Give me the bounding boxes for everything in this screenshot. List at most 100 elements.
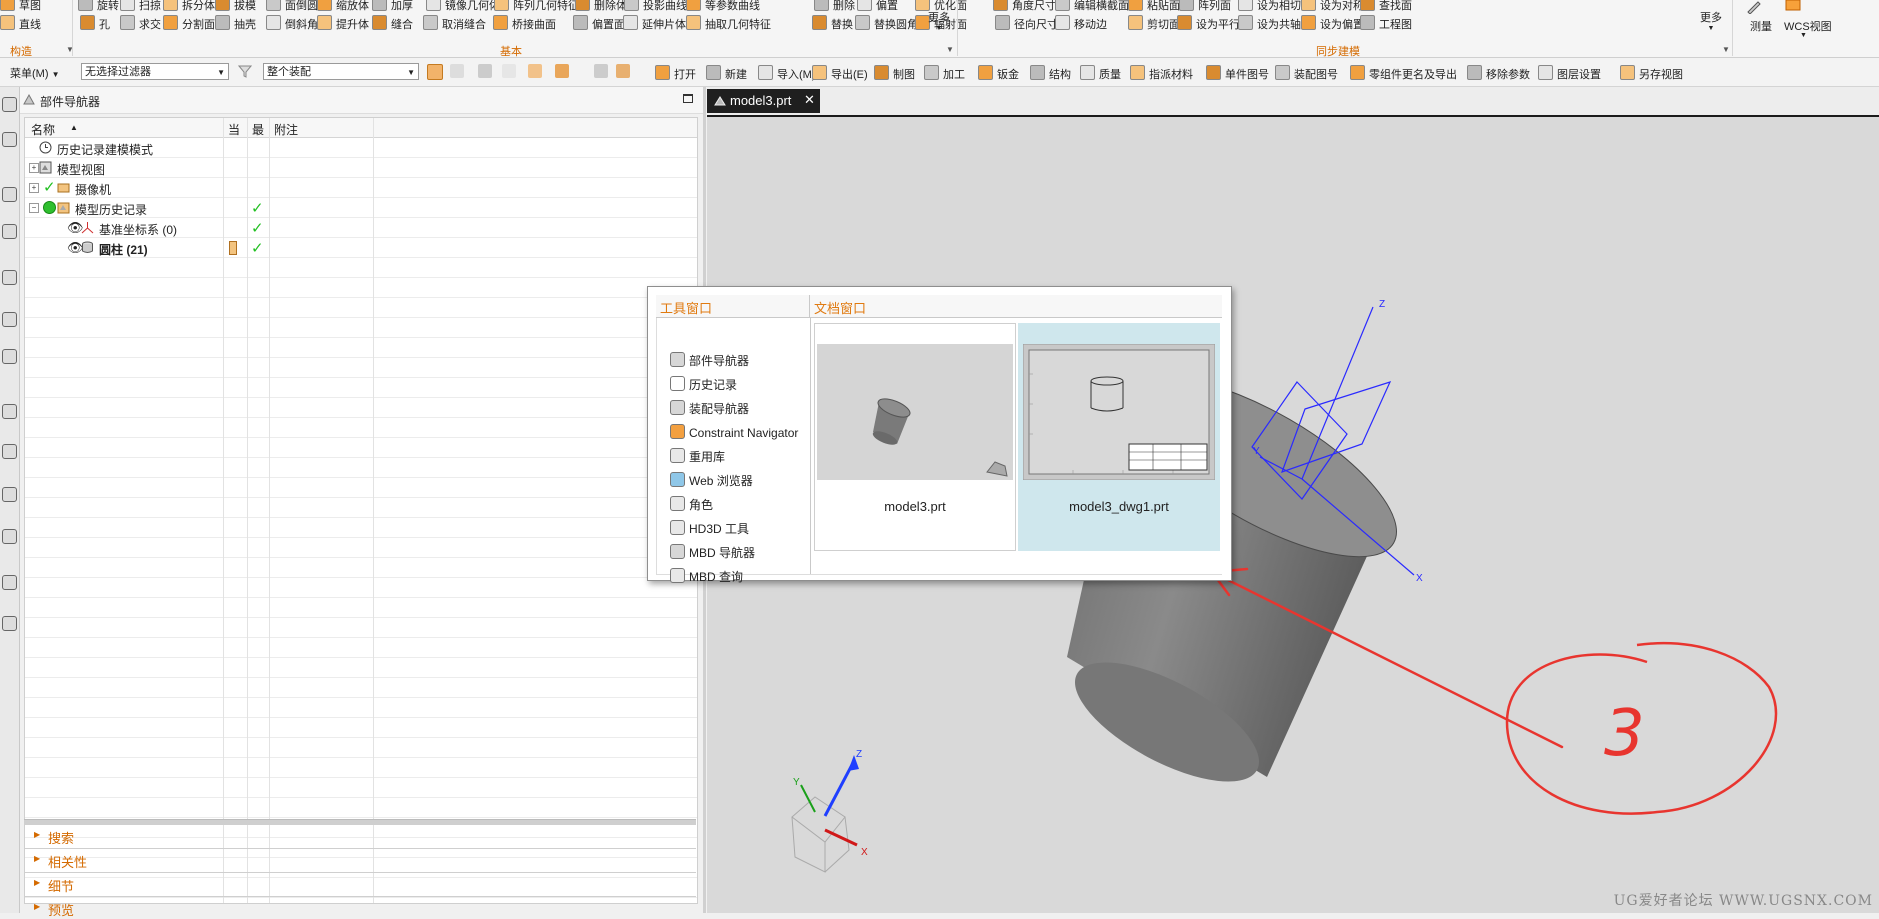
tool-window-item[interactable]: 重用库 bbox=[670, 448, 725, 465]
resource-tab-icon[interactable] bbox=[2, 270, 17, 285]
selection-scope-select[interactable]: 整个装配 ▼ bbox=[263, 63, 419, 80]
ribbon-button[interactable]: 孔 bbox=[80, 15, 110, 32]
toolbar-button[interactable]: 钣金 bbox=[978, 65, 1019, 82]
ribbon-button[interactable]: 粘贴面 bbox=[1128, 0, 1180, 13]
column-current-header[interactable]: 当 bbox=[228, 121, 240, 138]
ribbon-button[interactable]: 倒斜角 bbox=[266, 15, 318, 32]
ribbon-button[interactable]: 查找面 bbox=[1360, 0, 1412, 13]
select-icon[interactable] bbox=[528, 64, 542, 78]
view-icon[interactable] bbox=[616, 64, 630, 78]
navigator-section[interactable]: ▶ 相关性 bbox=[24, 848, 696, 871]
wcs-view-icon[interactable] bbox=[1782, 0, 1806, 17]
ribbon-button[interactable]: 镜像几何体 bbox=[426, 0, 500, 13]
resource-tab-icon[interactable] bbox=[2, 487, 17, 502]
ribbon-more-button[interactable]: 更多 ▼ bbox=[1700, 9, 1722, 32]
select-icon[interactable] bbox=[478, 64, 492, 78]
chevron-down-icon[interactable]: ▼ bbox=[1722, 45, 1730, 54]
ribbon-button[interactable]: 阵列几何特征 bbox=[494, 0, 579, 13]
resource-tab-icon[interactable] bbox=[2, 312, 17, 327]
tree-row[interactable]: 历史记录建模模式 bbox=[25, 138, 697, 158]
toolbar-button[interactable]: 加工 bbox=[924, 65, 965, 82]
ribbon-button[interactable]: 拆分体 bbox=[163, 0, 215, 13]
ribbon-button[interactable]: 加厚 bbox=[372, 0, 413, 13]
ribbon-button[interactable]: 分割面 bbox=[163, 15, 215, 32]
document-tab-model3[interactable]: model3.prt ✕ bbox=[707, 89, 820, 113]
ribbon-button[interactable]: 面倒圆 bbox=[266, 0, 318, 13]
expand-icon[interactable]: + bbox=[29, 163, 39, 173]
funnel-icon[interactable] bbox=[237, 64, 253, 78]
resource-tab-icon[interactable] bbox=[2, 529, 17, 544]
ribbon-button[interactable]: 提升体 bbox=[317, 15, 369, 32]
tool-window-item[interactable]: MBD 导航器 bbox=[670, 544, 755, 561]
tool-window-item[interactable]: 部件导航器 bbox=[670, 352, 749, 369]
ribbon-more-button[interactable]: 更多 ▼ bbox=[928, 9, 950, 32]
column-notes-header[interactable]: 附注 bbox=[274, 121, 298, 138]
ribbon-button[interactable]: 抽壳 bbox=[215, 15, 256, 32]
ribbon-button[interactable]: 扫掠 bbox=[120, 0, 161, 13]
selection-filter-select[interactable]: 无选择过滤器 ▼ bbox=[81, 63, 229, 80]
resource-tab-icon[interactable] bbox=[2, 575, 17, 590]
ribbon-button[interactable]: 投影曲线 bbox=[624, 0, 687, 13]
ribbon-button[interactable]: 剪切面 bbox=[1128, 15, 1180, 32]
ribbon-button[interactable]: 角度尺寸 bbox=[993, 0, 1056, 13]
toolbar-button[interactable]: 导入(M) bbox=[758, 65, 816, 82]
toolbar-button[interactable]: 指派材料 bbox=[1130, 65, 1193, 82]
measure-button[interactable] bbox=[1746, 0, 1762, 17]
toolbar-button[interactable]: 装配图号 bbox=[1275, 65, 1338, 82]
ribbon-button[interactable]: 桥接曲面 bbox=[493, 15, 556, 32]
collapse-icon[interactable]: − bbox=[29, 203, 39, 213]
ribbon-button[interactable]: 替换 bbox=[812, 15, 853, 32]
tool-window-item[interactable]: Constraint Navigator bbox=[670, 424, 798, 440]
tree-row[interactable]: + 模型视图 bbox=[25, 158, 697, 178]
toolbar-button[interactable]: 质量 bbox=[1080, 65, 1121, 82]
ribbon-button[interactable]: 删除体 bbox=[575, 0, 627, 13]
ribbon-button[interactable]: 抽取几何特征 bbox=[686, 15, 771, 32]
ribbon-button[interactable]: 旋转 bbox=[78, 0, 119, 13]
ribbon-button[interactable]: 取消缝合 bbox=[423, 15, 486, 32]
ribbon-button[interactable]: 求交 bbox=[120, 15, 161, 32]
ribbon-button[interactable]: 替换圆角 bbox=[855, 15, 918, 32]
toolbar-button[interactable]: 单件图号 bbox=[1206, 65, 1269, 82]
navigator-section[interactable]: ▶ 搜索 bbox=[24, 824, 696, 847]
doc-card-model3[interactable]: model3.prt bbox=[814, 323, 1016, 551]
resource-tab-icon[interactable] bbox=[2, 224, 17, 239]
tool-window-item[interactable]: HD3D 工具 bbox=[670, 520, 749, 537]
window-switcher-popup[interactable]: 工具窗口 文档窗口 部件导航器 历史记录 装配导航器 Constraint Navig… bbox=[647, 286, 1232, 584]
ribbon-button[interactable]: 阵列面 bbox=[1179, 0, 1231, 13]
toolbar-button[interactable]: 另存视图 bbox=[1620, 65, 1683, 82]
ribbon-button[interactable]: 拔模 bbox=[215, 0, 256, 13]
tree-row[interactable]: + ✓ 摄像机 bbox=[25, 178, 697, 198]
ribbon-button[interactable]: 删除 bbox=[814, 0, 855, 13]
ribbon-button[interactable]: 径向尺寸 bbox=[995, 15, 1058, 32]
resource-tab-icon[interactable] bbox=[2, 97, 17, 112]
ribbon-button[interactable]: 设为相切 bbox=[1238, 0, 1301, 13]
tool-window-item[interactable]: 装配导航器 bbox=[670, 400, 749, 417]
ribbon-button[interactable]: 等参数曲线 bbox=[686, 0, 760, 13]
chevron-down-icon[interactable]: ▼ bbox=[946, 45, 954, 54]
maximize-icon[interactable] bbox=[683, 94, 693, 103]
close-icon[interactable]: ✕ bbox=[804, 92, 815, 108]
chevron-down-icon[interactable]: ▼ bbox=[1800, 32, 1807, 39]
resource-tab-icon[interactable] bbox=[2, 187, 17, 202]
resource-tab-icon[interactable] bbox=[2, 349, 17, 364]
doc-card-model3-dwg1[interactable]: model3_dwg1.prt bbox=[1018, 323, 1220, 551]
ribbon-button[interactable]: 延伸片体 bbox=[623, 15, 686, 32]
menu-button[interactable]: 菜单(M) ▼ bbox=[10, 65, 59, 81]
select-icon[interactable] bbox=[502, 64, 516, 78]
ribbon-button[interactable]: 缩放体 bbox=[317, 0, 369, 13]
toolbar-button[interactable]: 新建 bbox=[706, 65, 747, 82]
ribbon-button[interactable]: 直线 bbox=[0, 15, 41, 32]
tool-window-item[interactable]: Web 浏览器 bbox=[670, 472, 753, 489]
ribbon-button[interactable]: 移动边 bbox=[1055, 15, 1107, 32]
column-name-header[interactable]: 名称 bbox=[31, 121, 55, 138]
tool-window-item[interactable]: MBD 查询 bbox=[670, 568, 743, 585]
resource-tab-icon[interactable] bbox=[2, 404, 17, 419]
snap-icon[interactable] bbox=[450, 64, 464, 78]
toolbar-button[interactable]: 制图 bbox=[874, 65, 915, 82]
view-icon[interactable] bbox=[594, 64, 608, 78]
tree-row[interactable]: 👁 圆柱 (21) ✓ bbox=[25, 238, 697, 258]
ribbon-button[interactable]: 缝合 bbox=[372, 15, 413, 32]
wcs-view-button[interactable]: WCS视图 bbox=[1784, 18, 1832, 34]
ribbon-button[interactable]: 工程图 bbox=[1360, 15, 1412, 32]
select-icon[interactable] bbox=[555, 64, 569, 78]
